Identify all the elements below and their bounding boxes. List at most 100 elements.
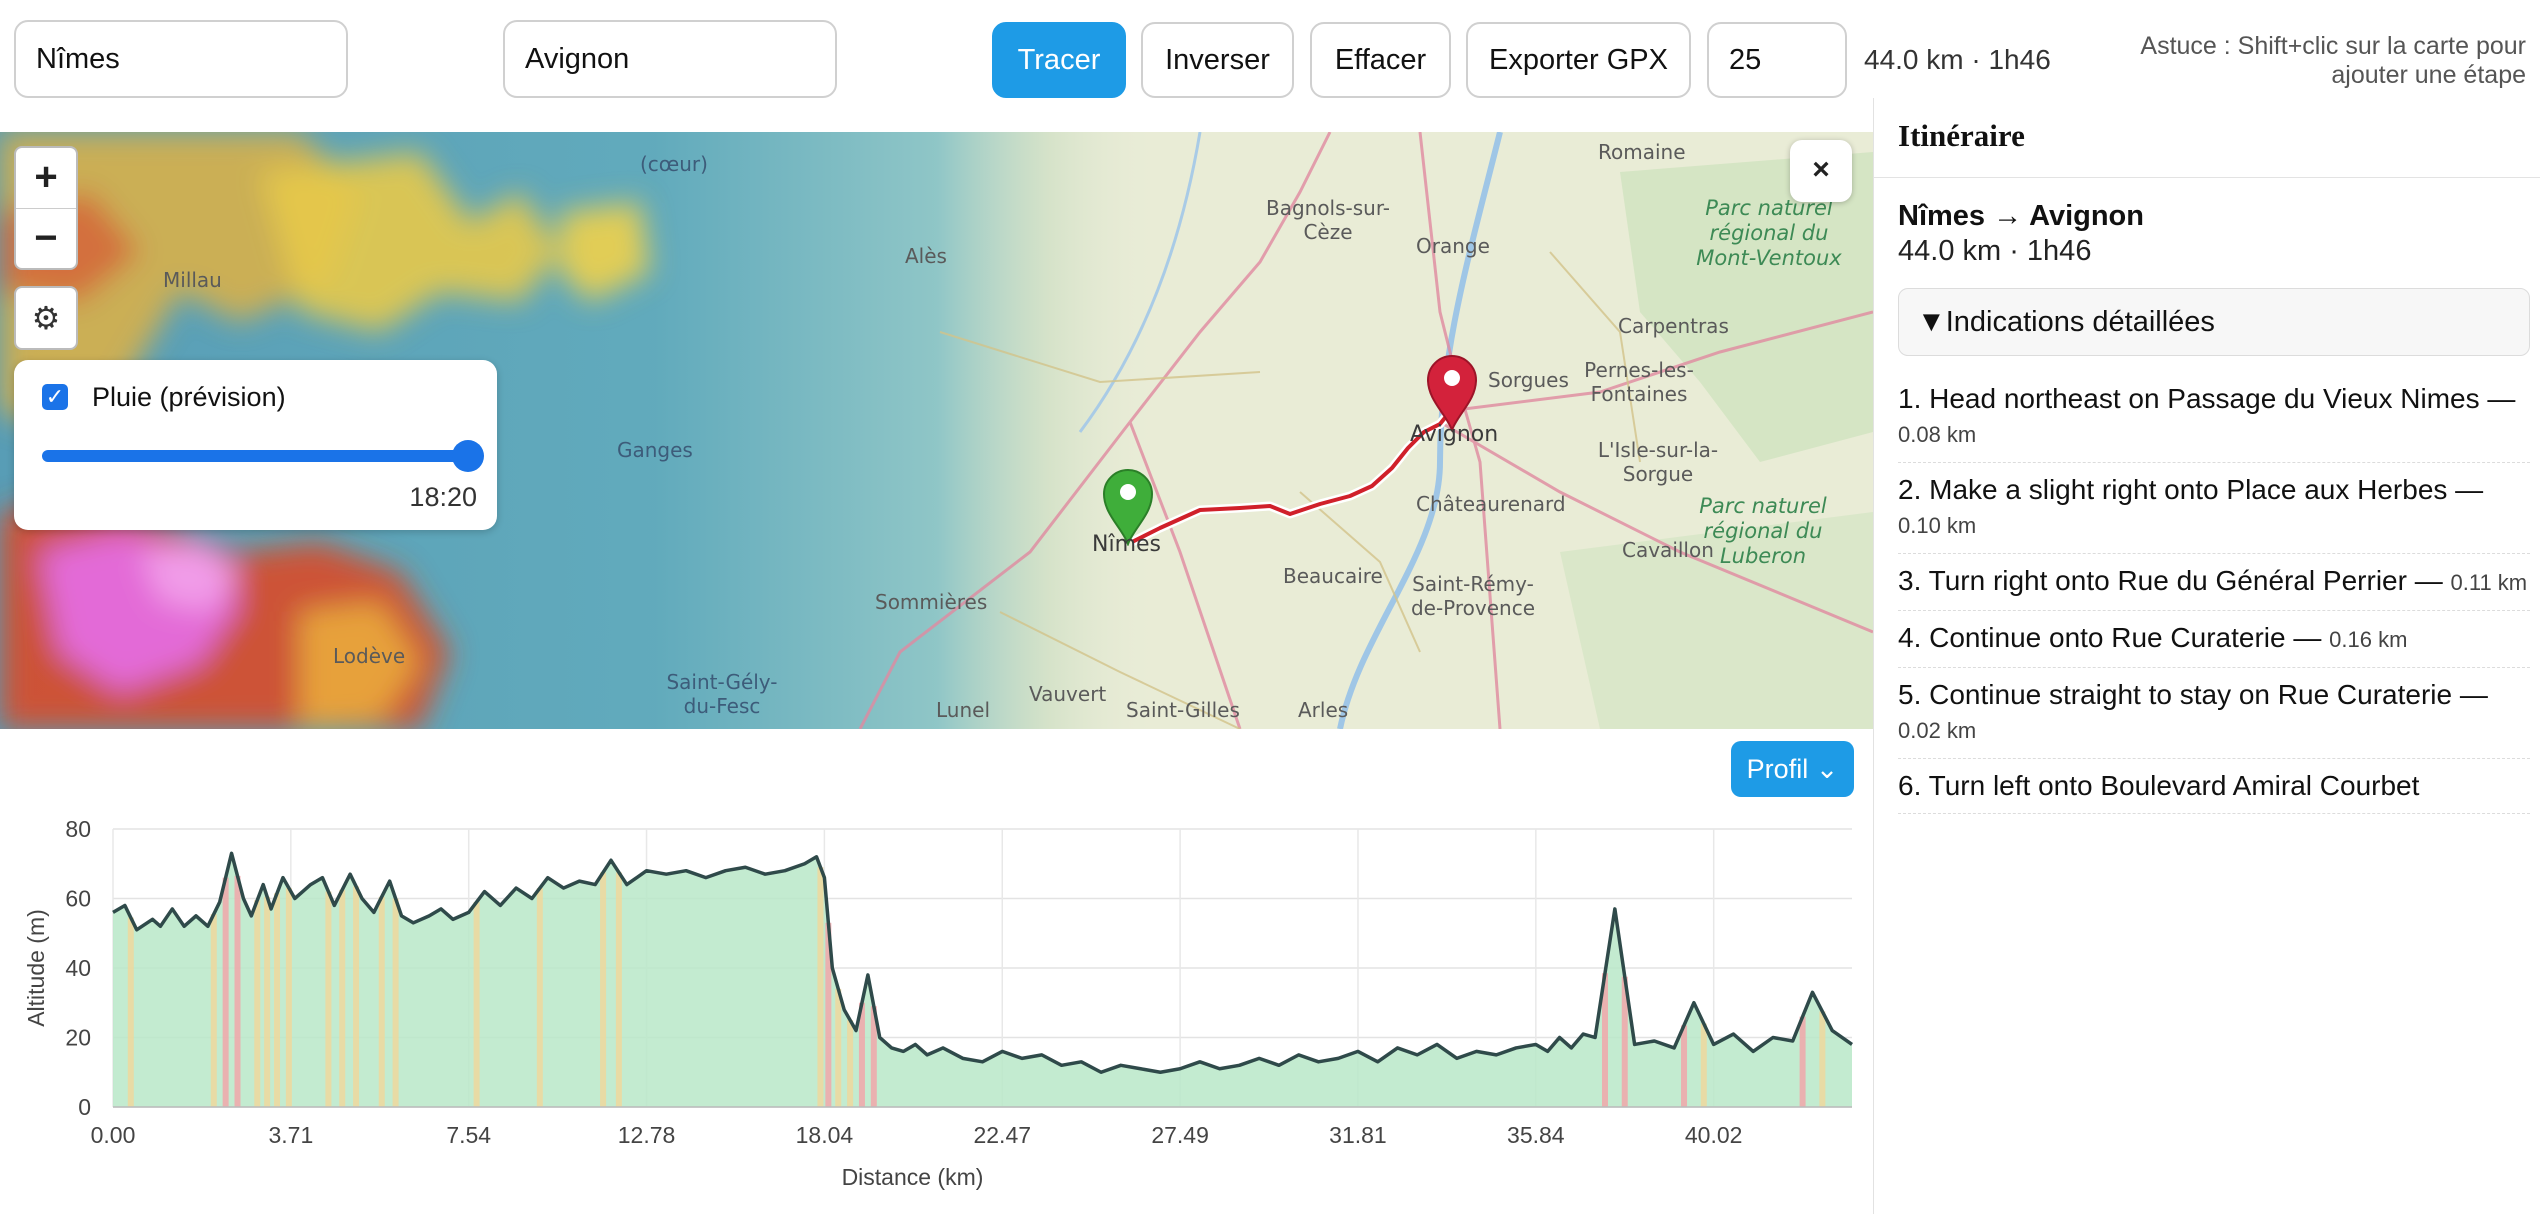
- slope-stripe: [1681, 1025, 1688, 1107]
- to-input[interactable]: Avignon: [503, 20, 837, 98]
- direction-step[interactable]: 1. Head northeast on Passage du Vieux Ni…: [1898, 372, 2530, 463]
- trace-button[interactable]: Tracer: [992, 22, 1126, 98]
- direction-step[interactable]: 5. Continue straight to stay on Rue Cura…: [1898, 668, 2530, 759]
- direction-distance: 0.10 km: [1898, 513, 1977, 538]
- direction-step[interactable]: 2. Make a slight right onto Place aux He…: [1898, 463, 2530, 554]
- direction-step[interactable]: 4. Continue onto Rue Curaterie — 0.16 km: [1898, 611, 2530, 668]
- direction-step[interactable]: 3. Turn right onto Rue du Général Perrie…: [1898, 554, 2530, 611]
- direction-text: 3. Turn right onto Rue du Général Perrie…: [1898, 565, 2451, 596]
- place-label: Alès: [905, 244, 947, 268]
- x-tick-label: 7.54: [446, 1122, 491, 1148]
- place-label: Sommières: [875, 590, 988, 614]
- direction-distance: 0.08 km: [1898, 422, 1977, 447]
- slope-stripe: [615, 872, 622, 1107]
- park-label: Parc naturel régional du Mont-Ventoux: [1696, 196, 1842, 270]
- place-label: Lodève: [333, 644, 406, 668]
- slope-stripe: [536, 888, 543, 1107]
- park-label: Parc naturel régional du Luberon: [1699, 494, 1827, 568]
- elevation-area: [113, 853, 1852, 1107]
- x-axis-label: Distance (km): [842, 1164, 984, 1190]
- sidebar-title: Itinéraire: [1874, 98, 2540, 178]
- place-label: Saint-Gilles: [1126, 698, 1240, 722]
- y-tick-label: 80: [65, 816, 91, 842]
- close-icon: ×: [1812, 153, 1830, 186]
- place-label: Bagnols-sur-Cèze: [1265, 196, 1391, 244]
- slope-stripe: [847, 1020, 854, 1107]
- place-label: Orange: [1416, 234, 1490, 258]
- zoom-in-button[interactable]: +: [16, 148, 76, 208]
- place-label: Carpentras: [1618, 314, 1729, 338]
- map[interactable]: Nîmes Avignon Orange Bagnols-sur-Cèze Al…: [0, 132, 1873, 729]
- settings-button[interactable]: ⚙: [14, 286, 78, 350]
- y-tick-label: 40: [65, 955, 91, 981]
- place-label: Lunel: [936, 698, 991, 722]
- place-label: Beaucaire: [1283, 564, 1383, 588]
- elevation-profile: Profil ⌄ 0 20 40 60 80 0.00 3.71 7.54 12.78 18.04…: [0, 729, 1873, 1214]
- place-label: Romaine: [1598, 140, 1686, 164]
- time-slider-thumb[interactable]: [452, 440, 484, 472]
- slope-stripe: [210, 914, 217, 1107]
- slope-stripe: [127, 917, 134, 1107]
- place-label: Pernes-les-Fontaines: [1584, 358, 1694, 406]
- rain-layer-checkbox[interactable]: ✓: [42, 384, 68, 410]
- clear-button[interactable]: Effacer: [1310, 22, 1451, 98]
- time-slider-track[interactable]: [42, 450, 472, 462]
- rain-layer-panel: ✓ Pluie (prévision) 18:20: [14, 360, 497, 530]
- itinerary-sidebar: Itinéraire Nîmes → Avignon 44.0 km · 1h4…: [1873, 98, 2540, 1214]
- place-label: Saint-Gély-du-Fesc: [666, 670, 778, 718]
- slope-stripe: [264, 896, 271, 1107]
- place-label: Avignon: [1410, 422, 1499, 447]
- slope-stripe: [1700, 1023, 1707, 1107]
- forecast-time: 18:20: [409, 482, 477, 512]
- slope-stripe: [254, 900, 261, 1107]
- slope-stripe: [339, 889, 346, 1107]
- place-label: Ganges: [617, 438, 693, 462]
- reverse-button[interactable]: Inverser: [1141, 22, 1294, 98]
- export-gpx-button[interactable]: Exporter GPX: [1466, 22, 1691, 98]
- x-tick-label: 31.81: [1329, 1122, 1387, 1148]
- x-tick-label: 12.78: [618, 1122, 676, 1148]
- slope-stripe: [835, 988, 842, 1107]
- from-input[interactable]: Nîmes: [14, 20, 348, 98]
- y-tick-label: 60: [65, 886, 91, 912]
- place-label: Arles: [1298, 698, 1349, 722]
- hint-text: Astuce : Shift+clic sur la carte pour aj…: [2140, 32, 2526, 89]
- speed-input[interactable]: 25: [1707, 22, 1847, 98]
- route-summary: 44.0 km · 1h46: [1864, 44, 2051, 75]
- zoom-out-button[interactable]: −: [16, 208, 76, 268]
- direction-text: 6. Turn left onto Boulevard Amiral Courb…: [1898, 770, 2420, 801]
- slope-stripe: [1799, 1016, 1806, 1107]
- slope-stripe: [274, 893, 281, 1107]
- slope-stripe: [234, 875, 241, 1107]
- directions-list: 1. Head northeast on Passage du Vieux Ni…: [1898, 372, 2530, 932]
- place-label: L'Isle-sur-la-Sorgue: [1597, 438, 1719, 486]
- place-label: Sorgues: [1488, 368, 1569, 392]
- y-tick-label: 20: [65, 1025, 91, 1051]
- place-label: (cœur): [640, 152, 708, 176]
- x-tick-label: 22.47: [973, 1122, 1031, 1148]
- direction-text: 2. Make a slight right onto Place aux He…: [1898, 474, 2484, 505]
- slope-stripe: [817, 867, 824, 1107]
- place-label: Millau: [163, 268, 222, 292]
- slope-stripe: [353, 886, 360, 1107]
- close-sidebar-button[interactable]: ×: [1790, 140, 1852, 202]
- place-label: Nîmes: [1092, 532, 1161, 557]
- slope-stripe: [325, 891, 332, 1107]
- x-tick-label: 40.02: [1685, 1122, 1743, 1148]
- slope-stripe: [600, 872, 607, 1107]
- place-label: Châteaurenard: [1416, 492, 1566, 516]
- detailed-directions-toggle[interactable]: ▼Indications détaillées: [1898, 288, 2530, 356]
- direction-distance: 0.11 km: [2450, 570, 2528, 595]
- x-tick-label: 3.71: [268, 1122, 313, 1148]
- y-axis-label: Altitude (m): [23, 909, 49, 1027]
- place-label: Saint-Rémy-de-Provence: [1410, 572, 1536, 620]
- direction-distance: 0.02 km: [1898, 718, 1977, 743]
- route-summary-sidebar: 44.0 km · 1h46: [1898, 235, 2092, 267]
- slope-stripe: [285, 888, 292, 1107]
- direction-text: 4. Continue onto Rue Curaterie —: [1898, 622, 2330, 653]
- slope-stripe: [392, 898, 399, 1107]
- direction-step[interactable]: 6. Turn left onto Boulevard Amiral Courb…: [1898, 759, 2530, 814]
- slope-stripe: [473, 901, 480, 1107]
- x-tick-label: 35.84: [1507, 1122, 1565, 1148]
- end-marker-icon[interactable]: [1426, 354, 1478, 432]
